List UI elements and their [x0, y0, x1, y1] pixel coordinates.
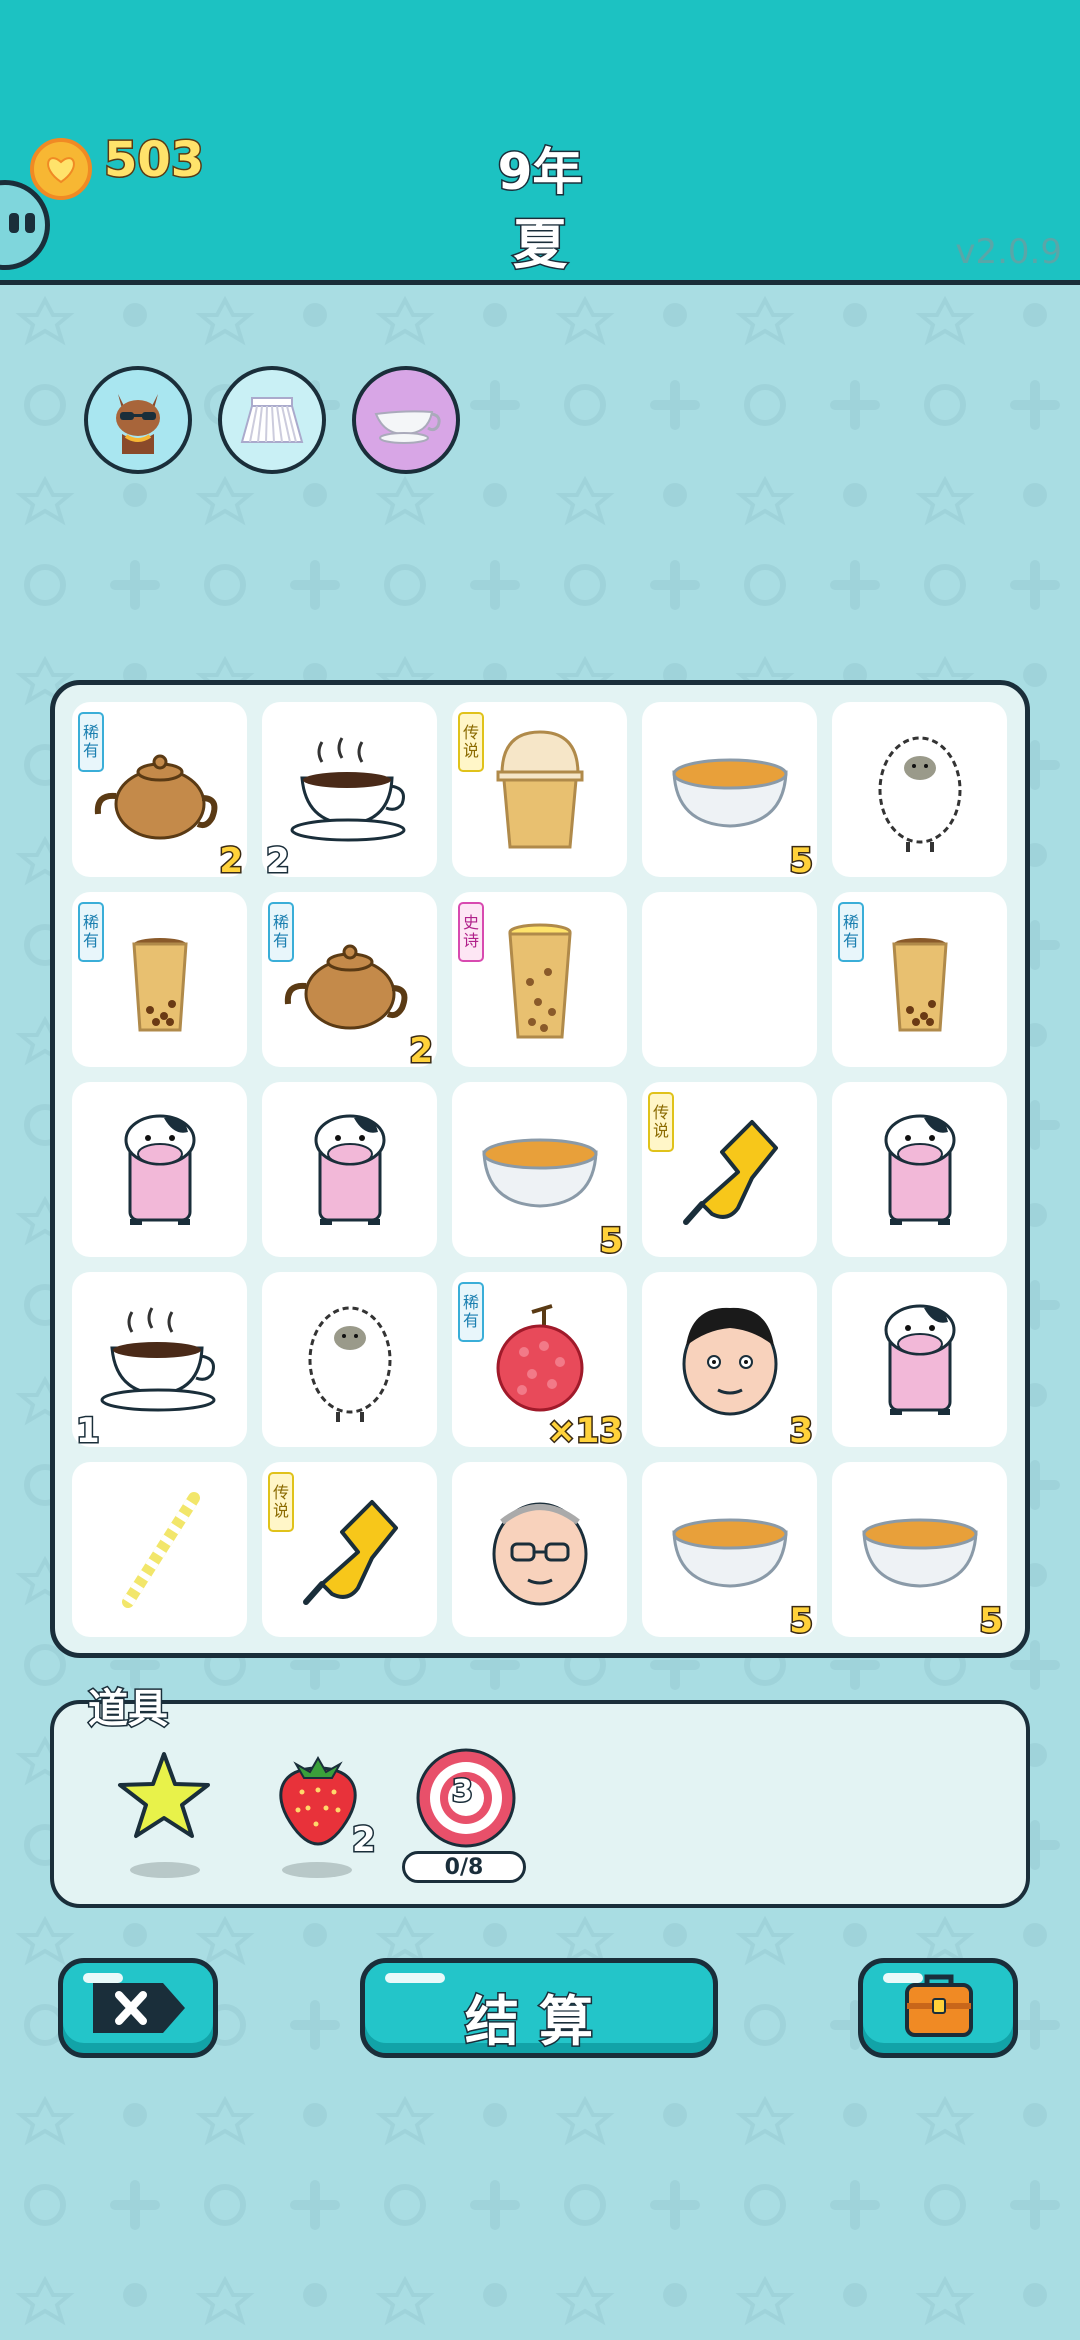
cow-icon — [884, 1114, 956, 1225]
item-count: 5 — [788, 840, 815, 883]
version-label: v2.0.9 — [955, 232, 1062, 272]
grid-cell-sheep[interactable] — [832, 702, 1007, 877]
cat-sunglasses-icon — [116, 394, 160, 454]
exit-button[interactable] — [58, 1958, 218, 2058]
rarity-tag: 稀有 — [268, 902, 294, 962]
exit-x-icon — [93, 1983, 185, 2033]
cow-icon — [124, 1114, 196, 1225]
heart-coin-icon — [30, 138, 92, 200]
item-count: 5 — [978, 1600, 1005, 1643]
rarity-tag: 稀有 — [838, 902, 864, 962]
grid-cell-pointing-hand[interactable]: 传说 — [642, 1082, 817, 1257]
item-count: ×13 — [546, 1410, 625, 1453]
star-shadow — [130, 1862, 200, 1878]
coin-count: 503 — [102, 131, 205, 190]
briefcase-icon — [905, 1974, 973, 2037]
grid-cell-old-man-face[interactable] — [452, 1462, 627, 1637]
strawberry-count: 2 — [351, 1819, 378, 1862]
item-count: 3 — [788, 1410, 815, 1453]
tools-label: 道具 — [87, 1685, 170, 1734]
rarity-tag: 稀有 — [78, 712, 104, 772]
buff-gravy-boat[interactable] — [352, 366, 460, 474]
rarity-tag: 稀有 — [78, 902, 104, 962]
grid-cell-cow[interactable] — [832, 1082, 1007, 1257]
pleated-skirt-icon — [240, 397, 304, 443]
grid-cell-sheep[interactable] — [262, 1272, 437, 1447]
grid-cell-soup-bowl[interactable]: 5 — [832, 1462, 1007, 1643]
settle-label: 结算 — [464, 1989, 613, 2055]
year-label: 9年 — [496, 142, 584, 203]
gravy-boat-icon — [374, 410, 441, 444]
grid-cell-teapot[interactable]: 稀有 2 — [262, 892, 437, 1073]
grid-cell-dome-cup[interactable]: 传说 — [452, 702, 627, 877]
item-count: 5 — [598, 1220, 625, 1263]
settle-button[interactable]: 结算 — [360, 1958, 718, 2058]
grid-cell-coffee-cup[interactable]: 2 — [262, 702, 437, 883]
target-progress: 0/8 — [402, 1851, 526, 1883]
top-bar: 503 9年 夏 v2.0.9 — [0, 0, 1080, 285]
sheep-icon — [308, 1306, 392, 1422]
grid-cell-cow[interactable] — [262, 1082, 437, 1257]
grid-cell-pointing-hand[interactable]: 传说 — [262, 1462, 437, 1637]
grid-cell-boba-cup[interactable]: 稀有 — [72, 892, 247, 1067]
rarity-tag: 史诗 — [458, 902, 484, 962]
star-icon — [118, 1752, 210, 1838]
old-man-face-icon — [492, 1502, 588, 1606]
rarity-tag: 传说 — [458, 712, 484, 772]
rarity-tag: 传说 — [268, 1472, 294, 1532]
grid-cell-man-face[interactable]: 3 — [642, 1272, 817, 1453]
cow-icon — [314, 1114, 386, 1225]
straw-icon — [122, 1492, 200, 1608]
grid-cell-soup-bowl[interactable]: 5 — [642, 1462, 817, 1643]
item-count: 2 — [408, 1030, 435, 1073]
item-count: 5 — [788, 1600, 815, 1643]
grid-cell-cow[interactable] — [832, 1272, 1007, 1447]
buff-cat[interactable] — [84, 366, 192, 474]
grid-cell-lychee[interactable]: 稀有 ×13 — [452, 1272, 627, 1453]
grid-cell-soup-bowl[interactable]: 5 — [642, 702, 817, 883]
rarity-tag: 稀有 — [458, 1282, 484, 1342]
grid-cell-teapot[interactable]: 稀有 2 — [72, 702, 247, 883]
grid-cell-coffee-cup[interactable]: 1 — [72, 1272, 247, 1453]
season-label: 夏 — [512, 212, 569, 278]
grid-cell-boba-cup-lid[interactable]: 史诗 — [452, 892, 627, 1067]
grid-cell-soup-bowl[interactable]: 5 — [452, 1082, 627, 1263]
grid-cell-empty[interactable] — [642, 892, 817, 1067]
cow-icon — [884, 1304, 956, 1415]
item-count: 2 — [265, 840, 292, 883]
bag-button[interactable] — [858, 1958, 1018, 2058]
sheep-icon — [878, 736, 962, 852]
grid-cell-straw[interactable] — [72, 1462, 247, 1637]
grid-cell-cow[interactable] — [72, 1082, 247, 1257]
target-badge: 3 — [451, 1773, 475, 1811]
buff-skirt[interactable] — [218, 366, 326, 474]
item-count: 1 — [75, 1410, 102, 1453]
rarity-tag: 传说 — [648, 1092, 674, 1152]
item-count: 2 — [218, 840, 245, 883]
grid-cell-boba-cup[interactable]: 稀有 — [832, 892, 1007, 1067]
tool-star[interactable] — [112, 1750, 216, 1854]
strawberry-shadow — [282, 1862, 352, 1878]
